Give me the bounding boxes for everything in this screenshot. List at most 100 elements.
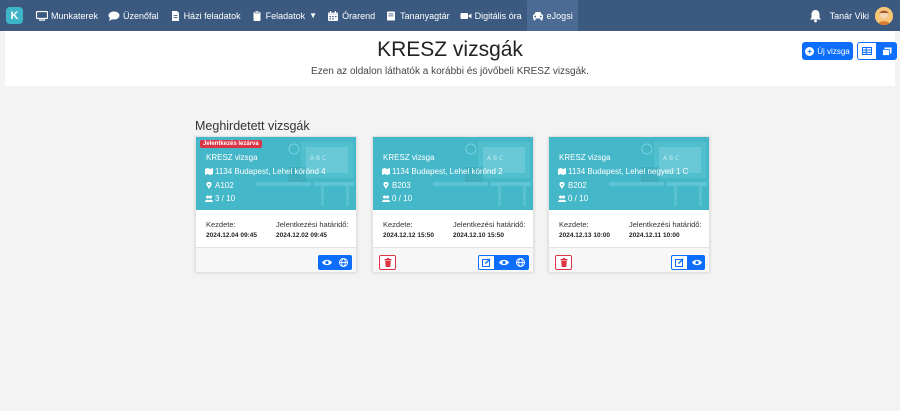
exam-room: A102: [205, 181, 234, 190]
exam-card: A B C KRESZ vizsga 1134 Budapest, Lehel …: [548, 136, 710, 272]
view-button[interactable]: [318, 255, 335, 270]
globe-icon: [516, 258, 525, 267]
card-header-image: A B C KRESZ vizsga 1134 Budapest, Lehel …: [373, 137, 533, 210]
map-icon: [558, 168, 566, 175]
nav-item-tananyagtar[interactable]: Tananyagtár: [380, 0, 455, 31]
deadline-value: 2024.12.11 10:00: [629, 232, 680, 239]
monitor-icon: [36, 10, 48, 21]
location-pin-icon: [559, 182, 565, 189]
svg-text:A B C: A B C: [310, 155, 326, 162]
exam-address: 1134 Budapest, Lehel körönd 4: [205, 167, 326, 176]
app-logo[interactable]: K: [6, 7, 23, 24]
exam-room: B202: [558, 181, 587, 190]
exam-participants: 0 / 10: [558, 194, 588, 203]
action-button-group: [318, 255, 352, 270]
map-icon: [205, 168, 213, 175]
video-camera-icon: [460, 12, 472, 19]
exam-dates: Kezdete: 2024.12.13 10:00 Jelentkezési h…: [549, 210, 709, 247]
start-label: Kezdete:: [383, 220, 413, 229]
card-footer: [373, 247, 533, 272]
start-value: 2024.12.04 09:45: [206, 232, 257, 239]
car-icon: [532, 11, 543, 20]
location-pin-icon: [383, 182, 389, 189]
table-view-button[interactable]: [857, 42, 877, 60]
users-icon: [558, 195, 566, 202]
deadline-value: 2024.12.10 15:50: [453, 232, 504, 239]
nav-item-feladatok[interactable]: Feladatok ▼: [246, 0, 322, 31]
exam-dates: Kezdete: 2024.12.04 09:45 Jelentkezési h…: [196, 210, 356, 247]
deadline-value: 2024.12.02 09:45: [276, 232, 327, 239]
user-name[interactable]: Tanár Viki: [830, 11, 869, 21]
action-button-group: [671, 255, 705, 270]
start-label: Kezdete:: [559, 220, 589, 229]
avatar[interactable]: [875, 6, 893, 25]
deadline-label: Jelentkezési határidő:: [629, 220, 702, 229]
exam-address: 1134 Budapest, Lehel negyed 1 C: [558, 167, 688, 176]
new-exam-button[interactable]: + Új vizsga: [802, 42, 853, 60]
delete-button[interactable]: [555, 255, 572, 270]
bell-icon[interactable]: [809, 9, 822, 23]
start-label: Kezdete:: [206, 220, 236, 229]
start-value: 2024.12.13 10:00: [559, 232, 610, 239]
view-toggle: [857, 42, 897, 60]
globe-icon: [339, 258, 348, 267]
eye-icon: [498, 259, 509, 266]
exam-participants: 3 / 10: [205, 194, 235, 203]
exam-room: B203: [382, 181, 411, 190]
edit-button[interactable]: [671, 255, 688, 270]
trash-icon: [384, 258, 391, 267]
plus-icon: +: [805, 46, 815, 56]
user-avatar-icon: [875, 6, 893, 25]
exam-address: 1134 Budapest, Lehel körönd 2: [382, 167, 503, 176]
calendar-icon: [328, 10, 339, 21]
eye-icon: [321, 259, 332, 266]
card-header-image: A B C KRESZ vizsga 1134 Budapest, Lehel …: [549, 137, 709, 210]
location-pin-icon: [206, 182, 212, 189]
card-view-button[interactable]: [877, 42, 897, 60]
page-title: KRESZ vizsgák: [377, 38, 523, 61]
card-footer: [549, 247, 709, 272]
start-value: 2024.12.12 15:50: [383, 232, 434, 239]
exam-title: KRESZ vizsga: [559, 153, 611, 162]
nav-item-orarend[interactable]: Órarend: [322, 0, 380, 31]
nav-item-ejogsi[interactable]: eJogsi: [526, 0, 578, 31]
publish-button[interactable]: [512, 255, 529, 270]
edit-icon: [675, 258, 684, 267]
deadline-label: Jelentkezési határidő:: [453, 220, 526, 229]
deadline-label: Jelentkezési határidő:: [276, 220, 349, 229]
view-button[interactable]: [495, 255, 512, 270]
svg-text:A B C: A B C: [663, 155, 679, 162]
registration-closed-badge: Jelentkezés lezárva: [200, 140, 262, 148]
nav-item-munkaterek[interactable]: Munkaterek: [31, 0, 103, 31]
card-footer: [196, 247, 356, 272]
view-button[interactable]: [688, 255, 705, 270]
eye-icon: [691, 259, 702, 266]
book-icon: [387, 11, 396, 20]
table-icon: [862, 47, 872, 55]
publish-button[interactable]: [335, 255, 352, 270]
chat-bubble-icon: [108, 11, 120, 21]
exam-participants: 0 / 10: [382, 194, 412, 203]
section-title: Meghirdetett vizsgák: [195, 119, 310, 133]
document-icon: [171, 10, 179, 21]
nav-item-uzenofal[interactable]: Üzenőfal: [103, 0, 164, 31]
card-header-image: A B C Jelentkezés lezárva KRESZ vizsga 1…: [196, 137, 356, 210]
users-icon: [205, 195, 213, 202]
exam-title: KRESZ vizsga: [383, 153, 435, 162]
page-header: KRESZ vizsgák Ezen az oldalon láthatók a…: [5, 31, 897, 86]
exam-dates: Kezdete: 2024.12.12 15:50 Jelentkezési h…: [373, 210, 533, 247]
tasks-icon: [253, 10, 261, 21]
page-subtitle: Ezen az oldalon láthatók a korábbi és jö…: [311, 66, 589, 77]
edit-icon: [482, 258, 491, 267]
top-navbar: K Munkaterek Üzenőfal Házi feladatok Fel…: [0, 0, 900, 31]
map-icon: [382, 168, 390, 175]
trash-icon: [560, 258, 567, 267]
exam-card: A B C Jelentkezés lezárva KRESZ vizsga 1…: [195, 136, 357, 272]
cards-icon: [882, 47, 892, 56]
exam-card: A B C KRESZ vizsga 1134 Budapest, Lehel …: [372, 136, 534, 272]
chevron-down-icon: ▼: [309, 11, 318, 20]
nav-item-hazi-feladatok[interactable]: Házi feladatok: [164, 0, 246, 31]
edit-button[interactable]: [478, 255, 495, 270]
delete-button[interactable]: [379, 255, 396, 270]
nav-item-digitalis-ora[interactable]: Digitális óra: [455, 0, 527, 31]
